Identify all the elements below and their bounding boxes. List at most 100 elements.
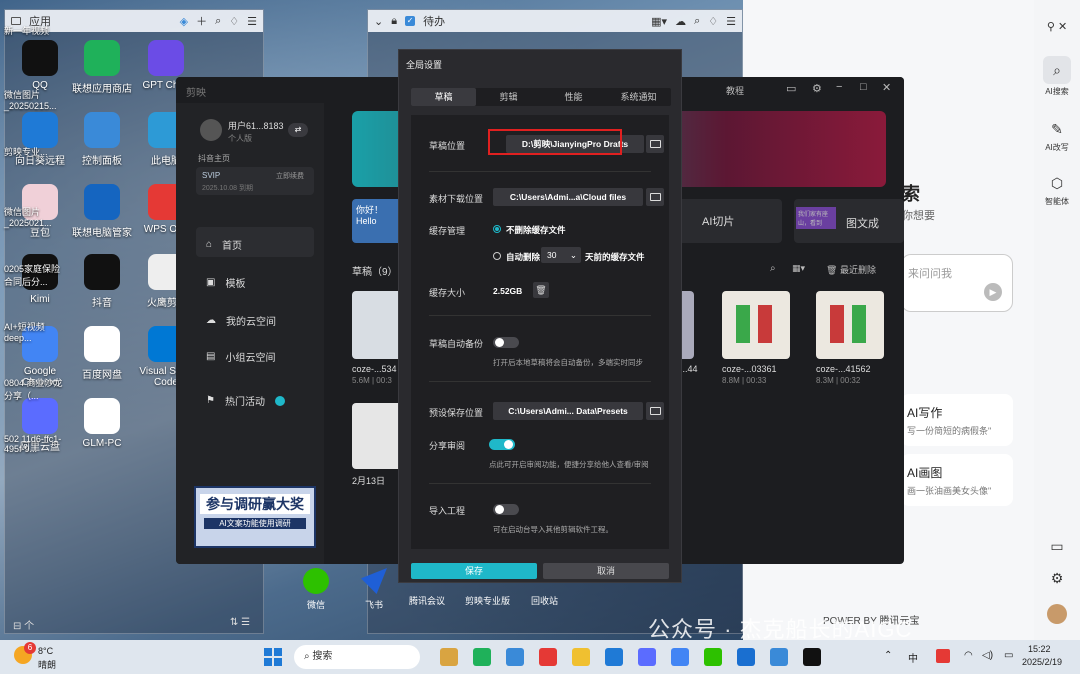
draft-location-browse[interactable]	[646, 135, 664, 153]
desktop-icon[interactable]: 控制面板	[70, 112, 134, 167]
sidebar-item-ai-search[interactable]: ⌕ AI搜索	[1034, 56, 1080, 97]
lark-icon[interactable]	[737, 648, 755, 666]
radio-keep-cache[interactable]	[493, 225, 501, 233]
menu-icon[interactable]: ☰	[247, 15, 257, 28]
desktop-icon[interactable]: 百度网盘	[70, 326, 134, 381]
maximize-icon[interactable]: □	[860, 81, 867, 93]
draft-thumb[interactable]	[352, 403, 404, 469]
store-icon[interactable]	[605, 648, 623, 666]
radio-auto-delete[interactable]	[493, 252, 501, 260]
cancel-button[interactable]: 取消	[543, 563, 669, 579]
chrome-icon[interactable]	[671, 648, 689, 666]
cloud-icon[interactable]: ☁	[675, 15, 686, 28]
lock-icon[interactable]: 🔒︎	[391, 15, 397, 28]
sidebar-item-ai-rewrite[interactable]: ✎ AI改写	[1034, 116, 1080, 153]
graphic-card[interactable]: 我们家有座山，看到 图文成	[794, 199, 904, 243]
clear-cache-button[interactable]: 🗑︎	[533, 282, 549, 298]
ime-indicator[interactable]: 中	[908, 650, 918, 665]
pin-icon[interactable]: ⚲ ✕	[1034, 20, 1080, 33]
promo-banner[interactable]: 参与调研赢大奖 AI文案功能使用调研	[194, 486, 316, 548]
sidebar-item-agent[interactable]: ⬡ 智能体	[1034, 170, 1080, 207]
desktop-icon-tencent-meeting[interactable]: 腾讯会议	[409, 594, 445, 607]
edge-icon[interactable]	[473, 648, 491, 666]
svip-card[interactable]: SVIP 立即续费 2025.10.08 到期	[196, 167, 314, 195]
svip-renew[interactable]: 立即续费	[276, 171, 304, 181]
nav-my-cloud[interactable]: ☁ 我的云空间	[206, 313, 276, 328]
menu-icon[interactable]: ☰	[726, 15, 736, 28]
add-icon[interactable]: ＋	[196, 13, 207, 29]
shirt-icon[interactable]: ♢	[708, 15, 718, 28]
weather-widget[interactable]: 6	[14, 642, 36, 668]
view-toggle-icon[interactable]: ▦▾	[792, 263, 805, 274]
desktop-icon[interactable]: 联想应用商店	[70, 40, 134, 95]
switch-account-icon[interactable]: ⇄	[288, 123, 308, 137]
chat-icon[interactable]: ▭	[1034, 538, 1080, 555]
nav-home[interactable]: ⌂ 首页	[206, 237, 242, 252]
minimize-icon[interactable]: −	[836, 81, 842, 93]
start-icon[interactable]	[264, 648, 282, 666]
draft-thumb[interactable]	[816, 291, 884, 359]
desktop-icon-recycle-bin[interactable]: 回收站	[531, 594, 558, 607]
settings-icon[interactable]: ⚙	[812, 82, 822, 95]
share-review-toggle[interactable]	[489, 439, 515, 450]
cache-days-select[interactable]: 30 ⌄	[541, 247, 581, 263]
search-icon[interactable]: ⌕	[215, 15, 221, 28]
preset-location-field[interactable]: C:\Users\Admi... Data\Presets	[493, 402, 643, 420]
hello-card[interactable]: 你好！Hello	[352, 199, 404, 243]
yuanbao-card-write[interactable]: AI写作 写一份简短的病假条"	[901, 394, 1013, 446]
tab-drafts[interactable]: 草稿	[411, 88, 476, 106]
wps-icon[interactable]	[539, 648, 557, 666]
send-icon[interactable]: ▶	[984, 283, 1002, 301]
capcut-icon[interactable]	[803, 648, 821, 666]
folder-icon[interactable]	[572, 648, 590, 666]
battery-icon[interactable]: ▭	[1004, 650, 1013, 661]
message-icon[interactable]: ▭	[786, 82, 796, 95]
search-icon[interactable]: ⌕	[694, 15, 700, 28]
calendar-icon[interactable]: ▦▾	[651, 15, 667, 28]
search-icon[interactable]: ⌕	[770, 263, 776, 274]
auto-backup-toggle[interactable]	[493, 337, 519, 348]
sort-icon[interactable]: ⇅ ☰	[230, 617, 250, 628]
chevron-up-icon[interactable]: ⌃	[884, 650, 892, 661]
gpt-icon[interactable]	[638, 648, 656, 666]
volume-icon[interactable]: ◁)	[982, 650, 993, 661]
tab-editing[interactable]: 剪辑	[476, 88, 541, 106]
close-icon[interactable]: ✕	[882, 81, 891, 94]
desktop-icon-jianying[interactable]: 剪映专业版	[465, 594, 510, 607]
tutorial-link[interactable]: 教程	[726, 84, 744, 97]
wifi-icon[interactable]: ◠	[964, 650, 973, 661]
desktop-icon[interactable]: GLM-PC	[70, 398, 134, 449]
nav-group-cloud[interactable]: ▤ 小组云空间	[206, 349, 275, 364]
avatar[interactable]	[1034, 604, 1080, 624]
desktop-icon[interactable]: 联想电脑管家	[70, 184, 134, 239]
desktop-icon[interactable]: 向日葵远程	[8, 112, 72, 167]
shirt-icon[interactable]: ♢	[229, 15, 239, 28]
nav-templates[interactable]: ▣ 模板	[206, 275, 245, 290]
preset-location-browse[interactable]	[646, 402, 664, 420]
recent-delete-button[interactable]: 🗑︎ 最近删除	[826, 263, 876, 276]
import-project-toggle[interactable]	[493, 504, 519, 515]
draft-thumb[interactable]	[352, 291, 404, 359]
yuanbao-input[interactable]: 来问问我 ▶	[901, 254, 1013, 312]
yuanbao-card-draw[interactable]: AI画图 画一张油画美女头像"	[901, 454, 1013, 506]
settings-icon[interactable]: ⚙	[1034, 570, 1080, 587]
wechat-icon[interactable]	[704, 648, 722, 666]
material-download-field[interactable]: C:\Users\Admi...a\Cloud files	[493, 188, 643, 206]
browser-icon[interactable]	[440, 648, 458, 666]
layers-icon[interactable]: ◈	[180, 15, 188, 28]
app-tray-icon[interactable]	[936, 649, 950, 663]
desktop-icon-wechat[interactable]: 微信	[296, 568, 336, 611]
remote-icon[interactable]	[770, 648, 788, 666]
avatar[interactable]	[200, 119, 222, 141]
taskbar-search[interactable]: ⌕ 搜索	[294, 645, 420, 669]
desktop-icon[interactable]: QQ	[8, 40, 72, 91]
tab-notifications[interactable]: 系统通知	[606, 88, 671, 106]
ai-cut-card[interactable]: AI切片	[672, 199, 782, 243]
collapse-icon[interactable]: ⌄	[374, 15, 383, 28]
desktop-icon-feishu[interactable]: 飞书	[354, 568, 394, 611]
draft-thumb[interactable]	[722, 291, 790, 359]
material-download-browse[interactable]	[646, 188, 664, 206]
desktop-icon[interactable]: 抖音	[70, 254, 134, 309]
files-icon[interactable]	[506, 648, 524, 666]
nav-events[interactable]: ⚑ 热门活动	[206, 393, 285, 408]
